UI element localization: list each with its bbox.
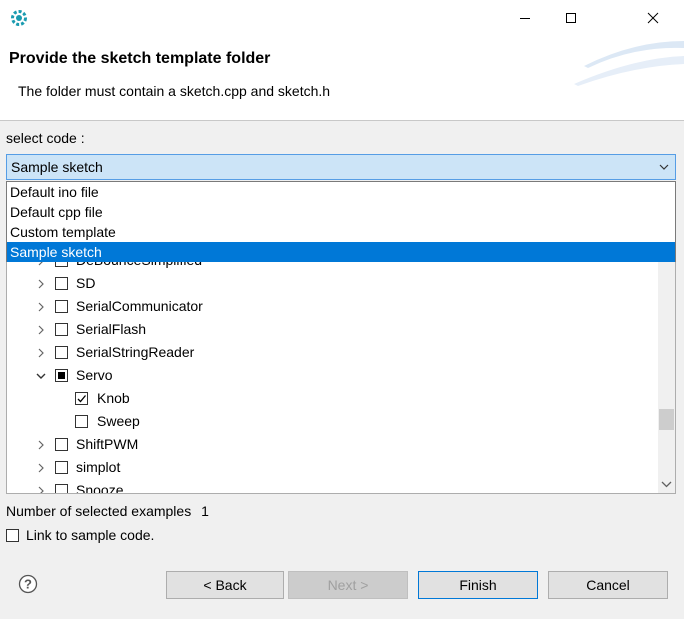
selected-examples-label: Number of selected examples [6,503,192,519]
selected-examples-info: Number of selected examples 1 [6,503,209,519]
tree-item[interactable]: Knob [7,387,657,410]
scroll-down-arrow-icon[interactable] [658,476,675,493]
tree-item[interactable]: Servo [7,364,657,387]
combo-selected-value: Sample sketch [11,159,103,175]
tree-item[interactable]: SD [7,272,657,295]
svg-text:?: ? [24,577,32,592]
link-to-sample-checkbox[interactable] [6,529,19,542]
dropdown-option-selected[interactable]: Sample sketch [7,242,675,262]
tree-item-label: simplot [76,459,121,475]
chevron-down-icon [659,164,669,170]
examples-tree[interactable]: DeBounceSimplified SD SerialCommunicator… [6,240,676,494]
finish-button[interactable]: Finish [418,571,538,599]
link-to-sample-label: Link to sample code. [26,527,155,543]
tree-item[interactable]: SerialStringReader [7,341,657,364]
checkbox[interactable] [75,415,88,428]
close-button[interactable] [630,0,676,36]
help-icon[interactable]: ? [18,574,38,594]
chevron-right-icon[interactable] [35,462,47,474]
chevron-right-icon[interactable] [35,301,47,313]
select-code-combobox[interactable]: Sample sketch [6,154,676,180]
dropdown-option[interactable]: Default ino file [7,182,675,202]
tree-item-label: SerialStringReader [76,344,195,360]
checkbox[interactable] [55,484,68,493]
wizard-header: Provide the sketch template folder The f… [0,36,684,121]
chevron-right-icon[interactable] [35,324,47,336]
cancel-button[interactable]: Cancel [548,571,668,599]
checkbox-checked[interactable] [75,392,88,405]
title-bar [0,0,684,36]
banner-graphic [574,41,684,86]
tree-item-label: Sweep [97,413,140,429]
tree-item-label: ShiftPWM [76,436,139,452]
checkbox[interactable] [55,346,68,359]
select-code-dropdown-list[interactable]: Default ino file Default cpp file Custom… [6,181,676,262]
vertical-scrollbar[interactable] [658,241,675,493]
gear-icon [10,9,28,27]
scroll-thumb[interactable] [659,409,674,430]
checkbox[interactable] [55,438,68,451]
tree-item[interactable]: ShiftPWM [7,433,657,456]
checkbox[interactable] [55,323,68,336]
tree-item-label: Knob [97,390,130,406]
dropdown-option[interactable]: Default cpp file [7,202,675,222]
checkbox-partial[interactable] [55,369,68,382]
chevron-right-icon[interactable] [35,485,47,494]
checkbox[interactable] [55,461,68,474]
checkbox[interactable] [55,277,68,290]
tree-item-label: Servo [76,367,113,383]
minimize-button[interactable] [502,0,548,36]
checkbox[interactable] [55,300,68,313]
tree-item[interactable]: SerialFlash [7,318,657,341]
tree-item[interactable]: SerialCommunicator [7,295,657,318]
tree-item[interactable]: Snooze [7,479,657,494]
chevron-right-icon[interactable] [35,278,47,290]
chevron-right-icon[interactable] [35,439,47,451]
tree-item[interactable]: Sweep [7,410,657,433]
page-description: The folder must contain a sketch.cpp and… [18,83,331,99]
selected-examples-count: 1 [201,503,209,519]
chevron-down-icon[interactable] [35,370,47,382]
tree-item-label: SerialFlash [76,321,147,337]
select-code-label: select code : [6,130,85,146]
maximize-button[interactable] [548,0,594,36]
back-button[interactable]: < Back [166,571,284,599]
tree-item[interactable]: simplot [7,456,657,479]
dropdown-option[interactable]: Custom template [7,222,675,242]
next-button[interactable]: Next > [288,571,408,599]
chevron-right-icon[interactable] [35,347,47,359]
tree-item-label: Snooze [76,482,124,494]
tree-item-label: SerialCommunicator [76,298,203,314]
page-title: Provide the sketch template folder [9,50,271,67]
checkmark-icon [77,395,86,403]
tree-item-label: SD [76,275,96,291]
